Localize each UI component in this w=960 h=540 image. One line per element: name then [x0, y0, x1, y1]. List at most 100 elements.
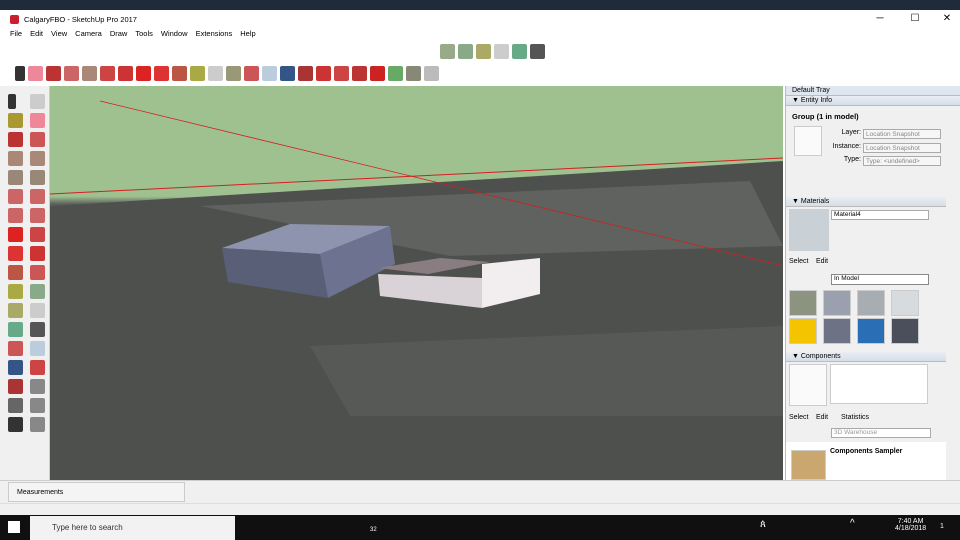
- measurements-box[interactable]: Measurements: [8, 482, 185, 502]
- freehand-icon[interactable]: [30, 132, 45, 147]
- text-label-icon[interactable]: [30, 303, 45, 318]
- material-swatch[interactable]: [857, 318, 885, 344]
- components-tab-edit[interactable]: Edit: [816, 414, 828, 421]
- tape-tool-icon[interactable]: [8, 284, 23, 299]
- material-swatch[interactable]: [891, 318, 919, 344]
- 3d-text-tool-icon[interactable]: [30, 322, 45, 337]
- components-header[interactable]: ▼ Components: [786, 352, 946, 362]
- 3d-text-icon[interactable]: [530, 43, 545, 59]
- 3point-arc-icon[interactable]: [8, 208, 23, 223]
- material-swatch[interactable]: [789, 318, 817, 344]
- components-tab-statistics[interactable]: Statistics: [841, 414, 869, 421]
- push-pull-tool-icon[interactable]: [30, 227, 45, 242]
- close-button[interactable]: ✕: [935, 10, 959, 28]
- menu-tools[interactable]: Tools: [135, 28, 153, 40]
- arc-icon[interactable]: [64, 65, 79, 81]
- minimize-button[interactable]: ─: [868, 10, 892, 28]
- pencil-icon[interactable]: [8, 132, 23, 147]
- look-around-icon[interactable]: [30, 398, 45, 413]
- line-icon[interactable]: [46, 65, 61, 81]
- 2point-arc-icon[interactable]: [30, 189, 45, 204]
- text-tool-icon[interactable]: [208, 65, 223, 81]
- material-swatch[interactable]: [891, 290, 919, 316]
- people-icon[interactable]: ጰ: [760, 519, 766, 530]
- section-plane-icon[interactable]: [30, 417, 45, 432]
- move-tool-icon[interactable]: [8, 227, 23, 242]
- rotate-icon[interactable]: [154, 65, 169, 81]
- menu-edit[interactable]: Edit: [30, 28, 43, 40]
- instance-field[interactable]: Location Snapshot: [863, 143, 941, 153]
- 3d-viewport[interactable]: [50, 86, 783, 480]
- extension-manager-icon[interactable]: [370, 65, 385, 81]
- orbit-tool-icon[interactable]: [8, 341, 23, 356]
- material-swatch[interactable]: [789, 290, 817, 316]
- menu-camera[interactable]: Camera: [75, 28, 102, 40]
- warehouse-search-input[interactable]: 3D Warehouse: [831, 428, 931, 438]
- zoom-extents-icon[interactable]: [298, 65, 313, 81]
- component-name-field[interactable]: [830, 364, 928, 404]
- eraser-icon[interactable]: [28, 65, 43, 81]
- axes-icon[interactable]: [512, 43, 527, 59]
- make-component-icon[interactable]: [30, 94, 45, 109]
- protractor-icon[interactable]: [476, 43, 491, 59]
- materials-header[interactable]: ▼ Materials: [786, 197, 946, 207]
- text-icon[interactable]: [494, 43, 509, 59]
- move-icon[interactable]: [136, 65, 151, 81]
- zoom-window-icon[interactable]: [30, 360, 45, 375]
- circle-icon[interactable]: [8, 170, 23, 185]
- components-tab-select[interactable]: Select: [789, 414, 808, 421]
- materials-tab-edit[interactable]: Edit: [816, 258, 828, 265]
- photo-texture-icon[interactable]: [406, 65, 421, 81]
- menu-help[interactable]: Help: [240, 28, 255, 40]
- tray-chevron-icon[interactable]: ^: [850, 518, 855, 529]
- taskbar-search-input[interactable]: Type here to search: [30, 516, 235, 540]
- menu-file[interactable]: File: [10, 28, 22, 40]
- eraser-tool-icon[interactable]: [30, 113, 45, 128]
- menu-extensions[interactable]: Extensions: [196, 28, 233, 40]
- orbit-icon[interactable]: [244, 65, 259, 81]
- select-icon[interactable]: [15, 65, 25, 81]
- notification-badge[interactable]: 1: [940, 523, 944, 530]
- rotated-rectangle-icon[interactable]: [30, 151, 45, 166]
- pie-icon[interactable]: [30, 208, 45, 223]
- rectangle-tool-icon[interactable]: [8, 151, 23, 166]
- type-select[interactable]: Type: <undefined>: [863, 156, 941, 166]
- scale-tool-icon[interactable]: [8, 265, 23, 280]
- zoom-extents-tool-icon[interactable]: [8, 379, 23, 394]
- push-pull-icon[interactable]: [100, 65, 115, 81]
- material-swatch[interactable]: [857, 290, 885, 316]
- select-tool-icon[interactable]: [8, 94, 16, 109]
- tape-measure-icon[interactable]: [440, 43, 455, 59]
- rectangle-icon[interactable]: [82, 65, 97, 81]
- pan-tool-icon[interactable]: [30, 341, 45, 356]
- scale-icon[interactable]: [172, 65, 187, 81]
- material-name-input[interactable]: Material4: [831, 210, 929, 220]
- menu-window[interactable]: Window: [161, 28, 188, 40]
- zoom-icon[interactable]: [280, 65, 295, 81]
- rotate-tool-icon[interactable]: [8, 246, 23, 261]
- layout-icon[interactable]: [352, 65, 367, 81]
- windows-start-icon[interactable]: [8, 521, 20, 533]
- material-collection-select[interactable]: In Model: [831, 274, 929, 285]
- menu-draw[interactable]: Draw: [110, 28, 128, 40]
- components-sampler-item[interactable]: Components Sampler: [830, 448, 902, 455]
- protractor-tool-icon[interactable]: [8, 303, 23, 318]
- paint-bucket-icon[interactable]: [226, 65, 241, 81]
- dimension-tool-icon[interactable]: [30, 284, 45, 299]
- pan-icon[interactable]: [262, 65, 277, 81]
- menu-view[interactable]: View: [51, 28, 67, 40]
- follow-me-tool-icon[interactable]: [30, 246, 45, 261]
- position-camera-icon[interactable]: [8, 398, 23, 413]
- maximize-button[interactable]: ☐: [903, 10, 927, 28]
- geo-location-icon[interactable]: [388, 65, 403, 81]
- material-swatch[interactable]: [823, 290, 851, 316]
- dimension-icon[interactable]: [458, 43, 473, 59]
- layer-select[interactable]: Location Snapshot: [863, 129, 941, 139]
- tape-icon[interactable]: [190, 65, 205, 81]
- snapshot-icon[interactable]: [424, 65, 439, 81]
- offset-icon[interactable]: [30, 265, 45, 280]
- entity-info-header[interactable]: ▼ Entity Info: [786, 96, 960, 106]
- extension-warehouse-icon[interactable]: [334, 65, 349, 81]
- clock[interactable]: 7:40 AM 4/18/2018: [895, 518, 926, 532]
- material-swatch[interactable]: [823, 318, 851, 344]
